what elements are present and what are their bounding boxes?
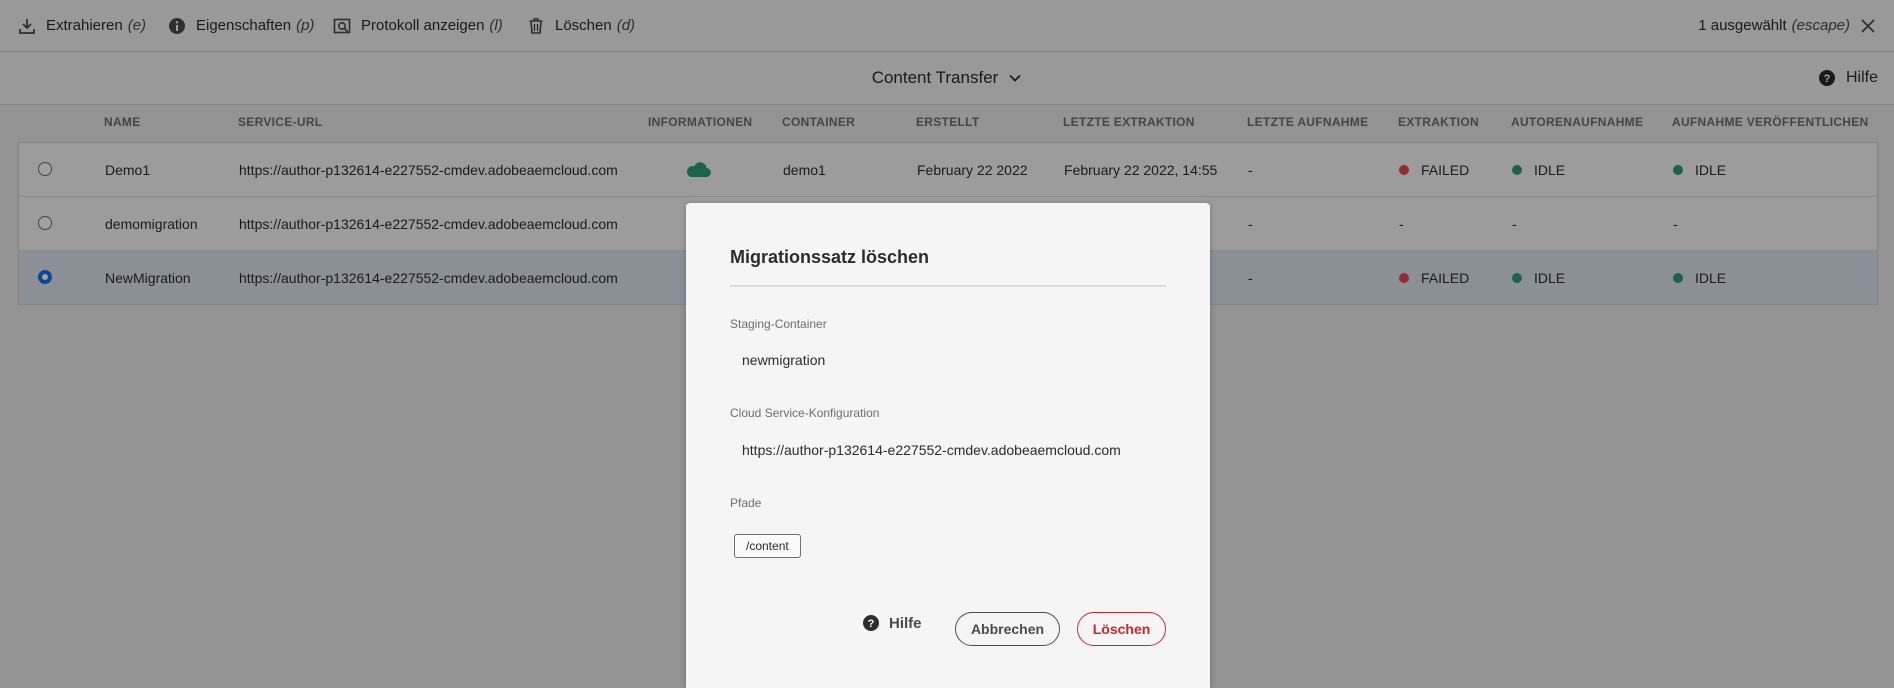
dialog-help-label: Hilfe [889,614,922,632]
content-transfer-page: Extrahieren (e) Eigenschaften (p) Protokol… [0,0,1894,688]
cloud-config-label: Cloud Service-Konfiguration [730,406,880,420]
svg-text:?: ? [868,618,875,630]
dialog-help-button[interactable]: ? Hilfe [862,606,922,640]
dialog-divider [730,285,1166,287]
help-icon: ? [863,615,879,631]
staging-container-value: newmigration [742,352,826,368]
paths-label: Pfade [730,496,762,510]
delete-button[interactable]: Löschen [1077,612,1166,646]
cancel-button[interactable]: Abbrechen [955,612,1060,646]
path-tag: /content [734,534,801,558]
dialog-title: Migrationssatz löschen [730,247,930,267]
delete-migration-dialog: Migrationssatz löschen Staging-Container… [686,203,1210,688]
staging-container-label: Staging-Container [730,317,827,331]
cloud-config-value: https://author-p132614-e227552-cmdev.ado… [742,442,1121,458]
